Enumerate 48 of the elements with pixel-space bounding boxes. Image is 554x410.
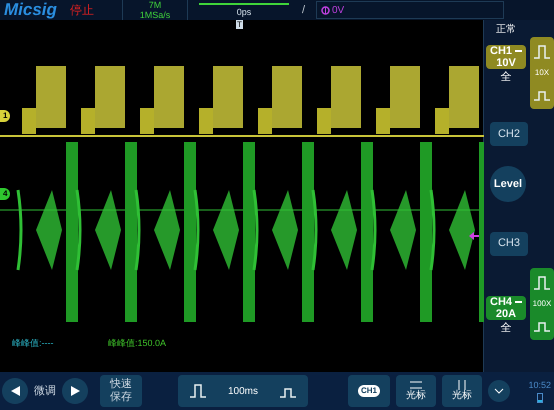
measurement-readout: 峰峰值:---- bbox=[12, 337, 54, 350]
trigger-slope: / bbox=[302, 2, 306, 18]
channel-scale-button[interactable]: CH4 20A bbox=[486, 296, 526, 320]
pulse-icon bbox=[533, 45, 551, 59]
brand-logo: Micsig bbox=[3, 0, 58, 22]
level-button[interactable]: Level bbox=[490, 166, 526, 202]
trigger-icon bbox=[321, 6, 330, 14]
quick-save-button[interactable]: 快速保存 bbox=[100, 375, 142, 407]
pulse-icon bbox=[533, 276, 551, 290]
channel-button[interactable]: CH2 bbox=[490, 122, 528, 146]
left-triangle-icon bbox=[10, 386, 20, 396]
bandwidth-label: 全 bbox=[500, 320, 512, 336]
fine-adjust-label: 微调 bbox=[34, 384, 56, 399]
bandwidth-label: 全 bbox=[500, 70, 512, 85]
horizontal-lines-icon bbox=[409, 380, 423, 390]
probe-ratio: 100X bbox=[532, 298, 552, 310]
clock: 10:52 bbox=[528, 379, 551, 392]
cursor-label: 光标 bbox=[406, 390, 426, 402]
cursor-button[interactable]: 光标 bbox=[396, 375, 436, 407]
trigger-level: 0V bbox=[332, 4, 344, 18]
channel-select-button[interactable]: CH1 bbox=[348, 375, 390, 407]
channel-marker: 4 bbox=[0, 188, 10, 200]
timebase-value: 100ms bbox=[228, 384, 258, 398]
measurement-readout: 峰峰值:150.0A bbox=[108, 337, 166, 350]
chevron-down-icon bbox=[494, 388, 504, 394]
cursor-label: 光标 bbox=[452, 390, 472, 402]
cursor-button[interactable]: 光标 bbox=[442, 375, 482, 407]
previous-button[interactable] bbox=[2, 378, 28, 404]
probe-ratio: 10X bbox=[534, 67, 550, 79]
trigger-position: 0ps bbox=[236, 7, 252, 17]
run-state: 停止 bbox=[70, 2, 95, 19]
channel-button[interactable]: CH3 bbox=[490, 232, 528, 256]
timebase-control[interactable]: 100ms bbox=[178, 375, 308, 407]
memory-depth: 7M bbox=[148, 0, 162, 10]
pulse-icon bbox=[188, 384, 207, 398]
trigger-level-marker bbox=[469, 232, 479, 240]
expand-button[interactable] bbox=[488, 380, 510, 402]
battery-icon bbox=[536, 392, 543, 403]
channel-scale-button[interactable]: CH1 10V bbox=[486, 45, 526, 69]
channel-badge: CH1 bbox=[358, 385, 380, 397]
channel-marker: 1 bbox=[0, 110, 10, 122]
probe-panel[interactable]: 100X bbox=[530, 268, 554, 340]
next-button[interactable] bbox=[62, 378, 88, 404]
right-triangle-icon bbox=[70, 386, 80, 396]
acquire-mode: 正常 bbox=[496, 22, 516, 37]
trigger-marker: T bbox=[236, 20, 243, 29]
probe-panel[interactable]: 10X bbox=[530, 37, 554, 109]
sample-rate: 1MSa/s bbox=[140, 10, 170, 20]
